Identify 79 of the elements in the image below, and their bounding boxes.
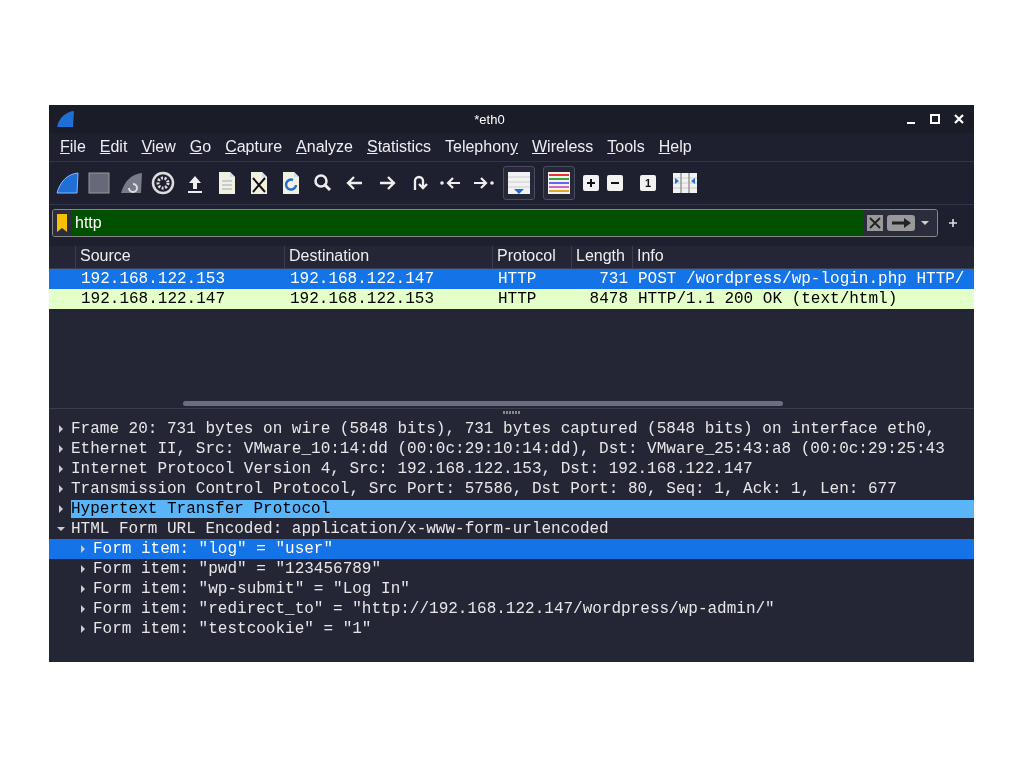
collapsed-arrow-icon[interactable] <box>57 485 65 493</box>
menu-item[interactable]: File <box>55 136 95 158</box>
menu-item[interactable]: Edit <box>94 136 137 158</box>
collapsed-arrow-icon[interactable] <box>57 425 65 433</box>
tree-row-text: Form item: "log" = "user" <box>93 540 334 558</box>
tree-row-text: Transmission Control Protocol, Src Port: 57586, Dst Port: 80, Seq: 1, Ack: 1, Len: 677 <box>71 480 897 498</box>
bookmark-icon[interactable] <box>57 214 67 232</box>
gear-icon[interactable] <box>151 171 175 195</box>
menu-item[interactable]: Statistics <box>362 136 440 158</box>
menu-item[interactable]: Go <box>184 136 221 158</box>
column-header[interactable]: Destination <box>284 246 492 268</box>
colorize-button[interactable] <box>543 166 575 200</box>
collapsed-arrow-icon[interactable] <box>57 445 65 453</box>
menu-item[interactable]: Wireless <box>526 136 603 158</box>
resize-columns-icon[interactable] <box>673 171 697 195</box>
maximize-icon[interactable] <box>928 112 942 126</box>
tree-row-text: Form item: "testcookie" = "1" <box>93 620 372 638</box>
tree-row-text: Form item: "pwd" = "123456789" <box>93 560 382 578</box>
expanded-arrow-icon[interactable] <box>57 525 65 533</box>
tree-row-text: HTML Form URL Encoded: application/x-www-form-urlencoded <box>71 520 609 538</box>
menu-item[interactable]: Capture <box>220 136 292 158</box>
auto-scroll-button[interactable] <box>503 166 535 200</box>
menu-item[interactable]: Tools <box>602 136 654 158</box>
column-header[interactable]: Length <box>571 246 632 268</box>
clear-icon[interactable] <box>867 215 883 231</box>
horizontal-scrollbar[interactable] <box>183 400 783 406</box>
collapsed-arrow-icon[interactable] <box>79 585 87 593</box>
tree-row[interactable]: Form item: "redirect_to" = "http://192.168.122.147/wordpress/wp-admin/" <box>49 599 974 619</box>
stop-icon[interactable] <box>87 171 111 195</box>
zoom-in-icon[interactable] <box>583 175 599 191</box>
collapsed-arrow-icon[interactable] <box>57 465 65 473</box>
auto-scroll-icon <box>507 171 531 195</box>
colorize-icon <box>547 171 571 195</box>
collapsed-arrow-icon[interactable] <box>79 565 87 573</box>
tree-row[interactable]: Form item: "log" = "user" <box>49 539 974 559</box>
tree-row[interactable]: HTML Form URL Encoded: application/x-www-form-urlencoded <box>49 519 974 539</box>
packet-cell-text: 192.168.122.153 <box>80 270 227 288</box>
window-title: *eth0 <box>473 111 506 127</box>
column-header[interactable]: Source <box>75 246 284 268</box>
packet-cell-text: HTTP <box>497 270 538 288</box>
menu-item[interactable]: Telephony <box>440 136 527 158</box>
tree-row[interactable]: Frame 20: 731 bytes on wire (5848 bits), 731 bytes captured (5848 bits) on interface eth0, <box>49 419 974 439</box>
normal-size-button[interactable]: 1 <box>640 175 656 191</box>
column-header[interactable]: Protocol <box>492 246 571 268</box>
tree-row[interactable]: Form item: "testcookie" = "1" <box>49 619 974 639</box>
packet-cell-text: 192.168.122.147 <box>289 270 436 288</box>
packet-cell-text: 731 <box>598 270 629 288</box>
menu-item[interactable]: Analyze <box>291 136 362 158</box>
packet-cell-text: HTTP <box>497 290 538 308</box>
tree-row[interactable]: Form item: "wp-submit" = "Log In" <box>49 579 974 599</box>
tree-row[interactable]: Form item: "pwd" = "123456789" <box>49 559 974 579</box>
collapsed-arrow-icon[interactable] <box>79 625 87 633</box>
collapsed-arrow-icon[interactable] <box>57 505 65 513</box>
app-logo-icon <box>55 110 75 128</box>
close-icon[interactable] <box>952 112 966 126</box>
tree-row-text: Form item: "redirect_to" = "http://192.168.122.147/wordpress/wp-admin/" <box>93 600 775 618</box>
tree-row-text: Form item: "wp-submit" = "Log In" <box>93 580 410 598</box>
display-filter-field[interactable]: http <box>52 209 938 237</box>
packet-row[interactable]: 192.168.122.147 192.168.122.153 HTTP 8478 HTTP/1.1 200 OK (text/html) <box>49 289 974 309</box>
shark-fin-icon[interactable] <box>55 171 79 195</box>
filter-text: http <box>75 214 102 232</box>
tree-row[interactable]: Transmission Control Protocol, Src Port: 57586, Dst Port: 80, Seq: 1, Ack: 1, Len: 677 <box>49 479 974 499</box>
add-filter-icon[interactable] <box>946 216 960 230</box>
column-header[interactable]: Info <box>632 246 974 268</box>
packet-cell-text: HTTP/1.1 200 OK (text/html) <box>637 290 899 308</box>
tree-row-text: Frame 20: 731 bytes on wire (5848 bits), 731 bytes captured (5848 bits) on interface eth0, <box>71 420 936 438</box>
tree-row[interactable]: Internet Protocol Version 4, Src: 192.168.122.153, Dst: 192.168.122.147 <box>49 459 974 479</box>
menu-item[interactable]: Help <box>653 136 701 158</box>
packet-cell-text: 192.168.122.153 <box>289 290 436 308</box>
packet-row[interactable]: 192.168.122.153 192.168.122.147 HTTP 731 POST /wordpress/wp-login.php HTTP/ <box>49 269 974 289</box>
collapsed-arrow-icon[interactable] <box>79 605 87 613</box>
packet-cell-text: POST /wordpress/wp-login.php HTTP/ <box>637 270 966 288</box>
splitter-handle[interactable] <box>502 411 521 414</box>
tree-row-text: Internet Protocol Version 4, Src: 192.168.122.153, Dst: 192.168.122.147 <box>71 460 753 478</box>
packet-cell-text: 192.168.122.147 <box>80 290 227 308</box>
zoom-out-icon[interactable] <box>607 175 623 191</box>
restart-icon[interactable] <box>119 171 143 195</box>
menu-item[interactable]: View <box>136 136 185 158</box>
packet-cell-text: 8478 <box>588 290 629 308</box>
